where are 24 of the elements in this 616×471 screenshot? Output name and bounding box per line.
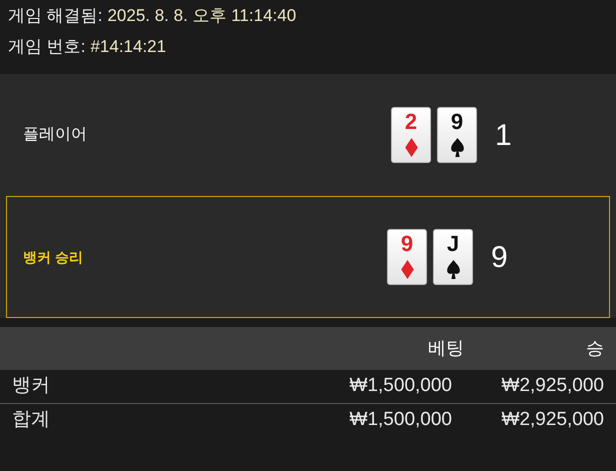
spade-icon xyxy=(450,138,464,157)
table-cell-text: ₩1,500,000 xyxy=(348,374,452,398)
table-cell-text: ₩2,925,000 xyxy=(500,408,605,432)
playing-card: 9 xyxy=(387,229,427,285)
table-cell-text: 뱅커 xyxy=(11,374,51,398)
hand-label: 뱅커 승리 xyxy=(22,248,84,266)
hand-score: 9 xyxy=(491,240,508,276)
diamond-icon xyxy=(404,138,418,157)
hand-score: 1 xyxy=(495,118,512,154)
diamond-icon xyxy=(400,260,414,279)
info-label: 게임 해결됨: xyxy=(8,5,102,27)
table-cell-text: ₩2,925,000 xyxy=(500,374,605,398)
spade-icon xyxy=(446,260,460,279)
table-cell-text: ₩1,500,000 xyxy=(348,408,452,432)
playing-card: J xyxy=(433,229,473,285)
table-cell-text: 합계 xyxy=(11,408,51,432)
hand-label: 플레이어 xyxy=(22,125,88,145)
info-value: #14:14:21 xyxy=(90,36,166,58)
info-label: 게임 번호: xyxy=(8,36,86,58)
column-header: 승 xyxy=(585,337,605,360)
playing-card: 2 xyxy=(391,107,431,163)
column-header: 베팅 xyxy=(427,337,464,360)
info-value: 2025. 8. 8. 오후 11:14:40 xyxy=(107,5,296,27)
playing-card: 9 xyxy=(437,107,477,163)
